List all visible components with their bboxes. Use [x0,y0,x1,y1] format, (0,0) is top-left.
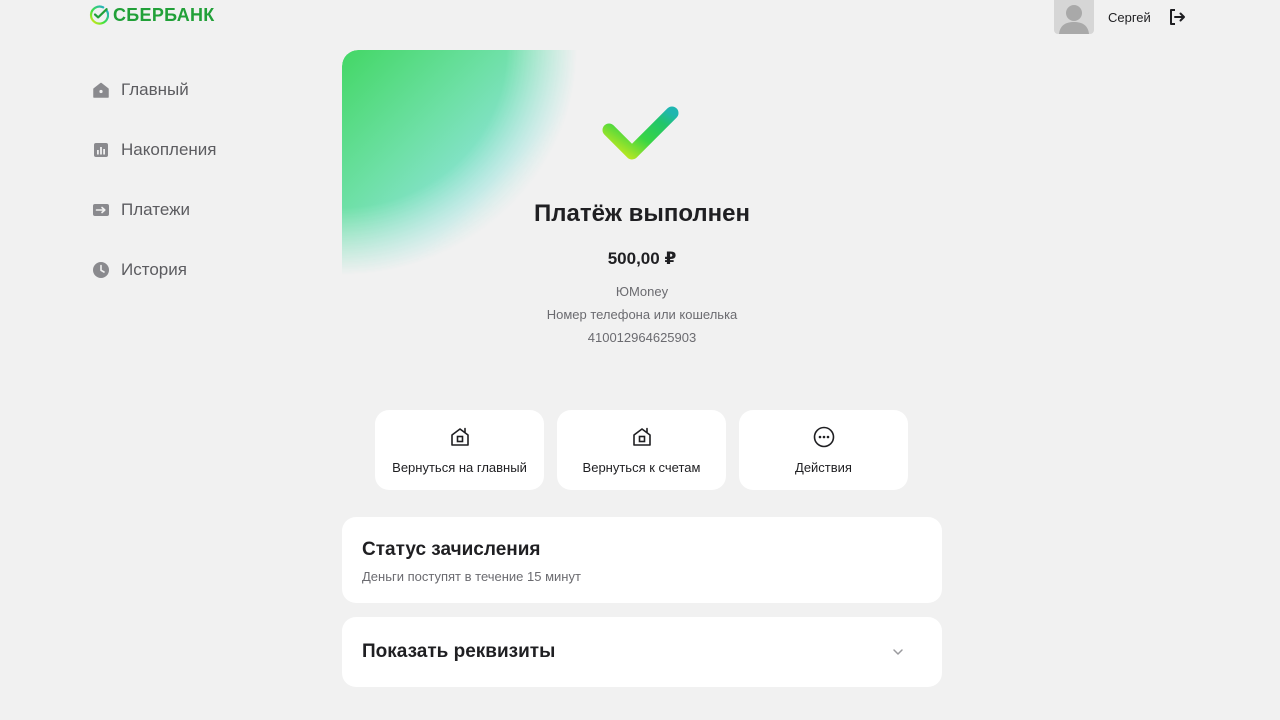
logout-button[interactable] [1167,7,1187,27]
user-name[interactable]: Сергей [1108,10,1151,25]
back-to-main-button[interactable]: Вернуться на главный [375,410,544,490]
sidebar-item-payments[interactable]: Платежи [92,198,216,222]
requisites-title: Показать реквизиты [362,641,556,662]
hero-gradient [342,50,582,280]
status-card: Статус зачисления Деньги поступят в тече… [342,517,942,603]
sberbank-logo[interactable]: СБЕРБАНК [89,4,215,26]
chart-icon [92,141,110,159]
action-label: Вернуться к счетам [582,460,701,475]
recipient-name: ЮMoney [615,284,669,299]
action-buttons: Вернуться на главный Вернуться к счетам … [375,410,908,490]
status-card-title: Статус зачисления [362,539,541,560]
sidebar-item-label: Главный [121,80,189,99]
home-icon [92,81,110,99]
checkmark-icon [602,106,679,160]
clock-icon [92,261,110,279]
user-silhouette-icon [1059,5,1089,34]
logo-mark-icon [89,5,109,25]
payment-result-page: СБЕРБАНК Сергей Главный Накопления Плате… [0,0,1280,720]
back-to-accounts-button[interactable]: Вернуться к счетам [557,410,726,490]
page-title: Платёж выполнен [533,200,751,227]
home-icon [632,427,651,446]
sidebar-item-history[interactable]: История [92,258,216,282]
sidebar-nav: Главный Накопления Платежи История [92,78,216,318]
action-label: Вернуться на главный [392,460,527,475]
status-card-subtitle: Деньги поступят в течение 15 минут [362,569,581,584]
payment-amount: 500,00 ₽ [607,249,677,268]
logout-icon [1169,9,1185,25]
action-label: Действия [795,460,852,475]
brand-name: СБЕРБАНК [113,4,215,25]
more-icon [813,426,834,448]
sidebar-item-label: История [121,260,187,279]
user-menu: Сергей [1054,0,1187,34]
home-icon [450,427,469,446]
field-label: Номер телефона или кошелька [546,307,738,322]
actions-button[interactable]: Действия [739,410,908,490]
sidebar-item-home[interactable]: Главный [92,78,216,102]
sidebar-item-label: Платежи [121,200,190,219]
show-requisites-toggle[interactable]: Показать реквизиты [342,617,942,687]
chevron-down-icon [893,649,903,655]
sidebar-item-savings[interactable]: Накопления [92,138,216,162]
sidebar-item-label: Накопления [121,140,217,159]
account-number: 410012964625903 [587,330,697,345]
avatar[interactable] [1054,0,1094,34]
transfer-icon [92,201,110,219]
